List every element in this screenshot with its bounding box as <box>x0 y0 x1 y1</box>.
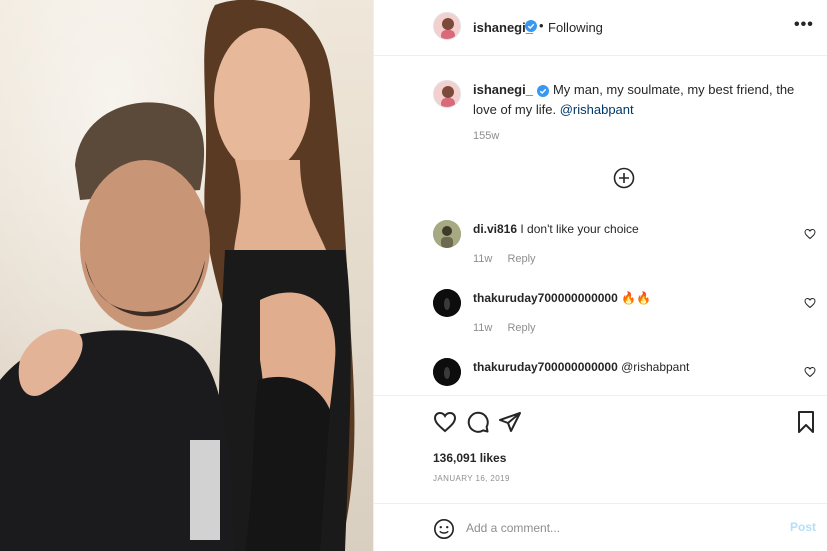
post-header: ishanegi_ • Following ••• <box>374 0 827 56</box>
post-comment-button[interactable]: Post <box>790 520 816 534</box>
comment-username[interactable]: thakuruday700000000000 <box>473 291 618 305</box>
comment-timestamp[interactable]: 11w <box>473 253 492 265</box>
emoji-icon[interactable] <box>433 518 455 540</box>
comment-like-icon[interactable] <box>804 366 816 378</box>
avatar-image-icon <box>433 358 461 386</box>
add-comment-bar: Post <box>374 503 827 551</box>
comment-text: 🔥🔥 <box>621 291 652 305</box>
post-actions-bar <box>374 395 827 445</box>
comment-like-icon[interactable] <box>804 297 816 309</box>
commenter-avatar[interactable] <box>433 220 461 248</box>
caption-timestamp[interactable]: 155w <box>473 130 499 142</box>
comment-username[interactable]: di.vi816 <box>473 222 517 236</box>
avatar-image-icon <box>433 220 461 248</box>
reply-button[interactable]: Reply <box>507 253 535 265</box>
commenter-avatar[interactable] <box>433 358 461 386</box>
following-button[interactable]: Following <box>548 20 603 35</box>
author-username[interactable]: ishanegi_ <box>473 20 533 35</box>
comment-input[interactable] <box>466 518 766 538</box>
avatar-image-icon <box>434 81 460 107</box>
caption-username[interactable]: ishanegi_ <box>473 82 533 97</box>
comment-mention-link[interactable]: @rishabpant <box>621 360 689 374</box>
avatar-image-icon <box>433 289 461 317</box>
caption-mention-link[interactable]: @rishabpant <box>560 102 634 117</box>
comment-icon[interactable] <box>466 410 490 434</box>
likes-count[interactable]: 136,091 likes <box>433 451 506 465</box>
author-avatar[interactable] <box>433 12 461 40</box>
comment-like-icon[interactable] <box>804 228 816 240</box>
photo-illustration <box>0 0 355 551</box>
post-caption: ishanegi_ My man, my soulmate, my best f… <box>473 80 813 120</box>
verified-badge-icon <box>525 20 537 32</box>
share-icon[interactable] <box>498 410 522 434</box>
post-photo <box>0 0 373 551</box>
caption-avatar[interactable] <box>433 80 461 108</box>
verified-badge-icon <box>536 84 549 97</box>
avatar-image-icon <box>434 13 460 39</box>
reply-button[interactable]: Reply <box>507 322 535 334</box>
load-more-icon[interactable] <box>613 167 635 189</box>
bookmark-icon[interactable] <box>794 410 818 434</box>
comment-text: I don't like your choice <box>520 222 639 236</box>
commenter-avatar[interactable] <box>433 289 461 317</box>
post-date[interactable]: JANUARY 16, 2019 <box>433 474 510 483</box>
post-details-panel: ishanegi_ • Following ••• ishanegi_ My m… <box>373 0 827 551</box>
comment-username[interactable]: thakuruday700000000000 <box>473 360 618 374</box>
more-options-icon[interactable]: ••• <box>794 16 814 34</box>
heart-icon[interactable] <box>433 410 457 434</box>
separator-dot: • <box>539 18 544 33</box>
comment-timestamp[interactable]: 11w <box>473 322 492 334</box>
